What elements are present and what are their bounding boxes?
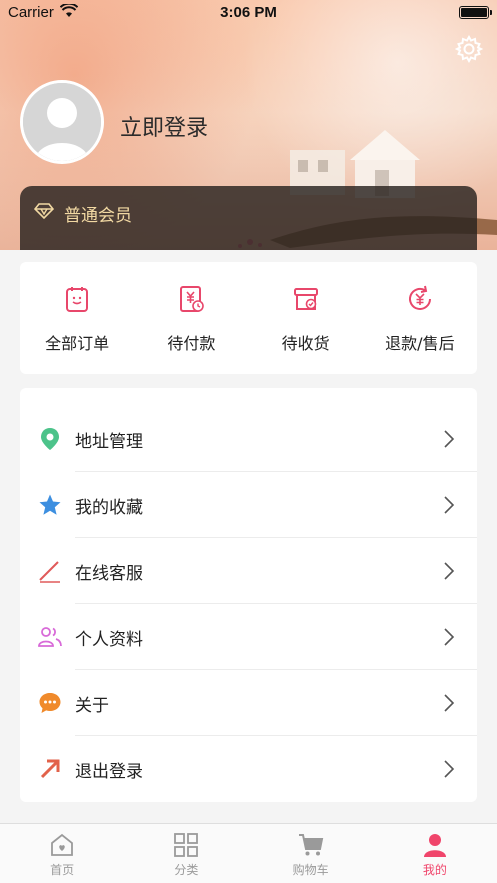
refund-icon <box>408 285 431 310</box>
user-icon <box>423 834 446 857</box>
people-icon <box>38 627 62 647</box>
member-level-label: 普通会员 <box>64 206 132 226</box>
chevron-right-icon <box>444 694 455 712</box>
login-link[interactable]: 立即登录 <box>120 110 208 142</box>
menu-item-label: 地址管理 <box>75 432 143 452</box>
avatar[interactable] <box>20 80 104 164</box>
settings-gear-icon[interactable] <box>454 34 484 64</box>
order-pending-payment-label: 待付款 <box>167 334 216 353</box>
order-pending-receipt-label: 待收货 <box>281 334 330 353</box>
tab-category[interactable]: 分类 <box>124 824 248 883</box>
order-all-button[interactable]: 全部订单 <box>20 262 134 374</box>
tab-label: 首页 <box>50 863 75 877</box>
location-pin-icon <box>41 428 59 450</box>
clock: 3:06 PM <box>220 4 277 21</box>
tab-label: 分类 <box>174 863 199 877</box>
menu-item-logout[interactable]: 退出登录 <box>20 736 477 802</box>
default-avatar-icon <box>23 83 101 161</box>
menu-item-about[interactable]: 关于 <box>20 670 477 736</box>
menu-item-profile[interactable]: 个人资料 <box>20 604 477 670</box>
chevron-right-icon <box>444 430 455 448</box>
menu-item-address[interactable]: 地址管理 <box>20 406 477 472</box>
cart-icon <box>298 834 323 856</box>
menu-item-label: 个人资料 <box>75 630 143 650</box>
chat-bubble-icon <box>39 693 61 713</box>
menu-item-label: 在线客服 <box>75 564 143 584</box>
pen-icon <box>39 561 60 583</box>
clipboard-icon <box>66 287 89 312</box>
diamond-icon <box>34 203 54 220</box>
arrow-out-icon <box>40 759 60 779</box>
tab-label: 购物车 <box>292 863 329 877</box>
chevron-right-icon <box>444 562 455 580</box>
orders-panel: 全部订单 待付款 待收货 退款/售后 <box>20 262 477 374</box>
chevron-right-icon <box>444 760 455 778</box>
order-pending-payment-button[interactable]: 待付款 <box>134 262 248 374</box>
order-refund-label: 退款/售后 <box>385 334 455 353</box>
tab-cart[interactable]: 购物车 <box>249 824 373 883</box>
tab-home[interactable]: 首页 <box>0 824 124 883</box>
menu-item-label: 关于 <box>75 696 109 716</box>
menu-item-label: 退出登录 <box>75 762 143 782</box>
order-pending-receipt-button[interactable]: 待收货 <box>249 262 363 374</box>
menu-item-label: 我的收藏 <box>75 498 143 518</box>
tab-mine[interactable]: 我的 <box>373 824 497 883</box>
battery-icon <box>459 6 492 19</box>
star-icon <box>39 494 61 515</box>
menu-item-favorites[interactable]: 我的收藏 <box>20 472 477 538</box>
payment-icon <box>180 286 205 312</box>
chevron-right-icon <box>444 496 455 514</box>
member-level-bar[interactable]: 普通会员 <box>20 186 477 250</box>
menu-item-customer-service[interactable]: 在线客服 <box>20 538 477 604</box>
status-bar: Carrier 3:06 PM <box>0 0 497 26</box>
home-icon <box>51 833 74 856</box>
chevron-right-icon <box>444 628 455 646</box>
order-refund-button[interactable]: 退款/售后 <box>363 262 477 374</box>
package-icon <box>293 288 318 310</box>
grid-icon <box>174 833 199 857</box>
tab-label: 我的 <box>422 863 447 877</box>
settings-menu: 地址管理 我的收藏 在线客服 个人资料 关于 退出登录 <box>20 388 477 802</box>
bottom-tab-bar: 首页 分类 购物车 我的 <box>0 823 497 883</box>
order-all-label: 全部订单 <box>45 334 110 353</box>
